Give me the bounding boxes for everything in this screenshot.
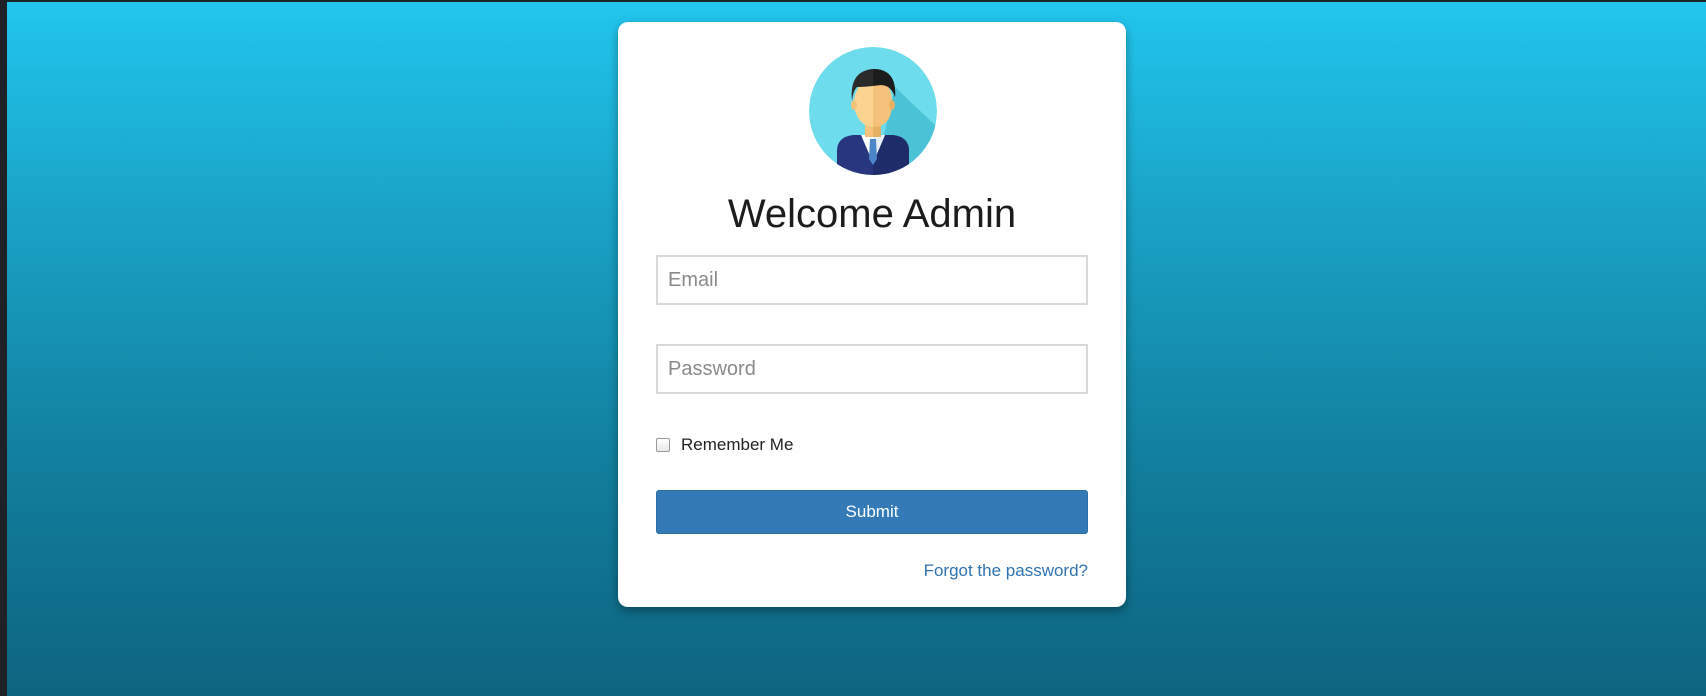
password-input[interactable] bbox=[656, 344, 1088, 394]
forgot-password-link[interactable]: Forgot the password? bbox=[924, 561, 1088, 581]
remember-me-row: Remember Me bbox=[656, 434, 793, 456]
email-input[interactable] bbox=[656, 255, 1088, 305]
page-title: Welcome Admin bbox=[727, 192, 1017, 236]
submit-button[interactable]: Submit bbox=[656, 490, 1088, 534]
page-background: Welcome Admin Remember Me Submit Forgot … bbox=[7, 2, 1706, 696]
remember-me-checkbox[interactable] bbox=[656, 438, 670, 452]
login-card: Welcome Admin Remember Me Submit Forgot … bbox=[618, 22, 1126, 607]
remember-me-label[interactable]: Remember Me bbox=[681, 435, 793, 455]
admin-avatar-icon bbox=[809, 47, 937, 175]
